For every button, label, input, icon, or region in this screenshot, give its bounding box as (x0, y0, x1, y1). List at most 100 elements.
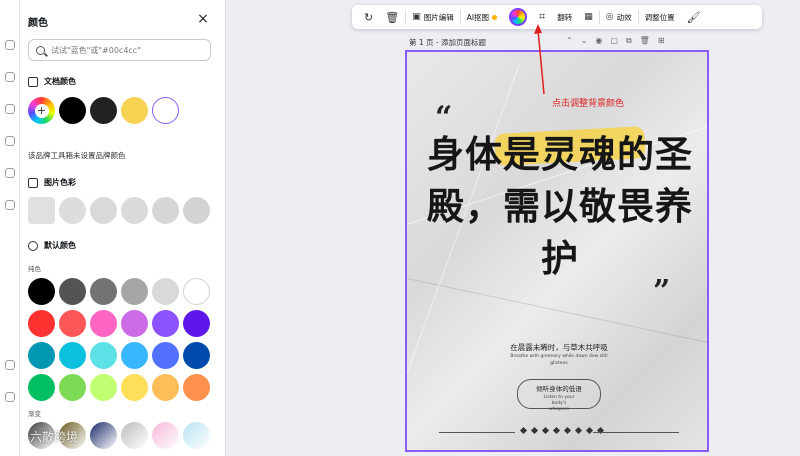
poster-subtitle-cn[interactable]: 在晨露未晞时，与草木共呼吸 (427, 342, 691, 353)
watermark: 六散跨境 (12, 428, 78, 445)
photo-color-swatch[interactable] (152, 197, 179, 224)
footer-divider (439, 432, 515, 433)
rail-icon[interactable] (5, 136, 15, 146)
duplicate-icon[interactable]: ⧉ (626, 36, 632, 46)
photo-color-swatch[interactable] (28, 197, 55, 224)
default-color-swatch[interactable] (59, 310, 86, 337)
gradient-color-swatch[interactable] (90, 422, 117, 449)
rail-icon[interactable] (5, 392, 15, 402)
background-color-button[interactable] (503, 5, 533, 29)
poster-badge[interactable]: 倾听身体的低语 Listen to your body's whispers (517, 379, 601, 412)
default-color-swatch[interactable] (59, 374, 86, 401)
default-color-swatch[interactable] (90, 278, 117, 305)
chevron-up-icon[interactable]: ⌃ (566, 36, 573, 46)
search-icon (36, 45, 45, 55)
badge-line: whispers (549, 407, 569, 412)
doc-color-swatch[interactable] (59, 97, 86, 124)
animate-button[interactable]: ◎ 动效 (600, 5, 638, 29)
subtitle-en-line: glistens (550, 361, 568, 366)
badge-line: body's (551, 401, 567, 406)
badge-subtitle: Listen to your body's whispers (518, 395, 600, 413)
default-color-swatch[interactable] (183, 342, 210, 369)
default-color-swatch[interactable] (183, 278, 210, 305)
transparency-button[interactable]: ▦ (578, 5, 599, 29)
photo-color-swatch[interactable] (121, 197, 148, 224)
position-button[interactable]: 调整位置 (639, 5, 681, 29)
default-color-swatch[interactable] (59, 278, 86, 305)
eye-icon[interactable]: ◉ (595, 36, 602, 46)
animate-icon: ◎ (605, 12, 614, 22)
search-input[interactable] (51, 45, 201, 55)
default-color-swatch[interactable] (28, 310, 55, 337)
close-icon[interactable]: × (196, 12, 210, 26)
image-icon: ▣ (412, 12, 421, 22)
poster-page[interactable]: “ 身体是灵魂的圣 殿，需以敬畏养 护 ” 在晨露未晞时，与草木共呼吸 Brea… (405, 50, 709, 452)
default-color-swatch[interactable] (183, 310, 210, 337)
default-color-swatch[interactable] (90, 374, 117, 401)
default-color-swatch[interactable] (121, 342, 148, 369)
footer-dots (519, 426, 605, 435)
edit-image-label: 图片编辑 (423, 12, 454, 22)
flip-label: 翻转 (557, 12, 573, 22)
default-color-swatch[interactable] (59, 342, 86, 369)
gradient-label: 渐变 (28, 410, 41, 418)
doc-color-swatch[interactable] (90, 97, 117, 124)
rail-icon[interactable] (5, 200, 15, 210)
photo-color-swatch[interactable] (183, 197, 210, 224)
quote-close-mark: ” (653, 274, 671, 309)
rail-icon[interactable] (5, 40, 15, 50)
delete-button[interactable]: 🗑 (379, 5, 405, 29)
poster-subtitle-en[interactable]: Breathe with greenery while dawn dew sti… (467, 353, 651, 367)
default-color-swatch[interactable] (121, 374, 148, 401)
photo-color-swatch[interactable] (59, 197, 86, 224)
rail-icon[interactable] (5, 360, 15, 370)
ai-cutout-button[interactable]: AI抠图 (461, 5, 503, 29)
default-color-swatch[interactable] (28, 342, 55, 369)
checkerboard-icon: ▦ (584, 12, 593, 22)
doc-colors-label: 文档颜色 (44, 77, 76, 86)
rail-icon[interactable] (5, 72, 15, 82)
add-color-button[interactable]: + (28, 97, 55, 124)
poster-headline[interactable]: 身体是灵魂的圣 殿，需以敬畏养 护 (425, 128, 695, 284)
refresh-icon: ↻ (364, 10, 374, 24)
default-color-swatch[interactable] (152, 278, 179, 305)
default-color-swatch[interactable] (121, 310, 148, 337)
diamond-icon (541, 426, 550, 435)
subtitle-en-line: Breathe with greenery while dawn dew sti… (510, 354, 608, 359)
gradient-color-swatch[interactable] (183, 422, 210, 449)
badge-title: 倾听身体的低语 (536, 385, 582, 393)
photo-colors-label: 图片色彩 (44, 178, 76, 187)
default-color-swatch[interactable] (28, 278, 55, 305)
rail-icon[interactable] (5, 168, 15, 178)
page-title[interactable]: 第 1 页 - 添加页面标题 (409, 37, 486, 48)
photo-color-swatch[interactable] (90, 197, 117, 224)
footer-divider (593, 432, 679, 433)
doc-color-swatch[interactable] (121, 97, 148, 124)
solid-label: 纯色 (28, 265, 41, 273)
default-color-swatch[interactable] (90, 342, 117, 369)
rail-icon[interactable] (5, 104, 15, 114)
replace-button[interactable]: ↻ (358, 5, 379, 29)
gradient-color-swatch[interactable] (152, 422, 179, 449)
default-color-swatch[interactable] (152, 310, 179, 337)
color-search[interactable] (28, 39, 211, 61)
diamond-icon (519, 426, 528, 435)
diamond-icon (574, 426, 583, 435)
chevron-down-icon[interactable]: ⌄ (581, 36, 588, 46)
default-color-swatch[interactable] (152, 342, 179, 369)
lock-icon[interactable]: ▢ (610, 36, 618, 46)
animate-label: 动效 (616, 12, 632, 22)
diamond-icon (585, 426, 594, 435)
doc-color-swatch[interactable] (152, 97, 179, 124)
add-page-icon[interactable]: ⊞ (658, 36, 665, 46)
default-color-swatch[interactable] (183, 374, 210, 401)
gradient-color-swatch[interactable] (121, 422, 148, 449)
edit-image-button[interactable]: ▣ 图片编辑 (406, 5, 460, 29)
copy-style-button[interactable]: 🖌 (681, 5, 707, 29)
default-color-swatch[interactable] (90, 310, 117, 337)
trash-icon[interactable]: 🗑 (640, 36, 650, 46)
default-color-swatch[interactable] (28, 374, 55, 401)
default-color-swatch[interactable] (121, 278, 148, 305)
default-color-swatch[interactable] (152, 374, 179, 401)
left-rail (0, 0, 20, 456)
